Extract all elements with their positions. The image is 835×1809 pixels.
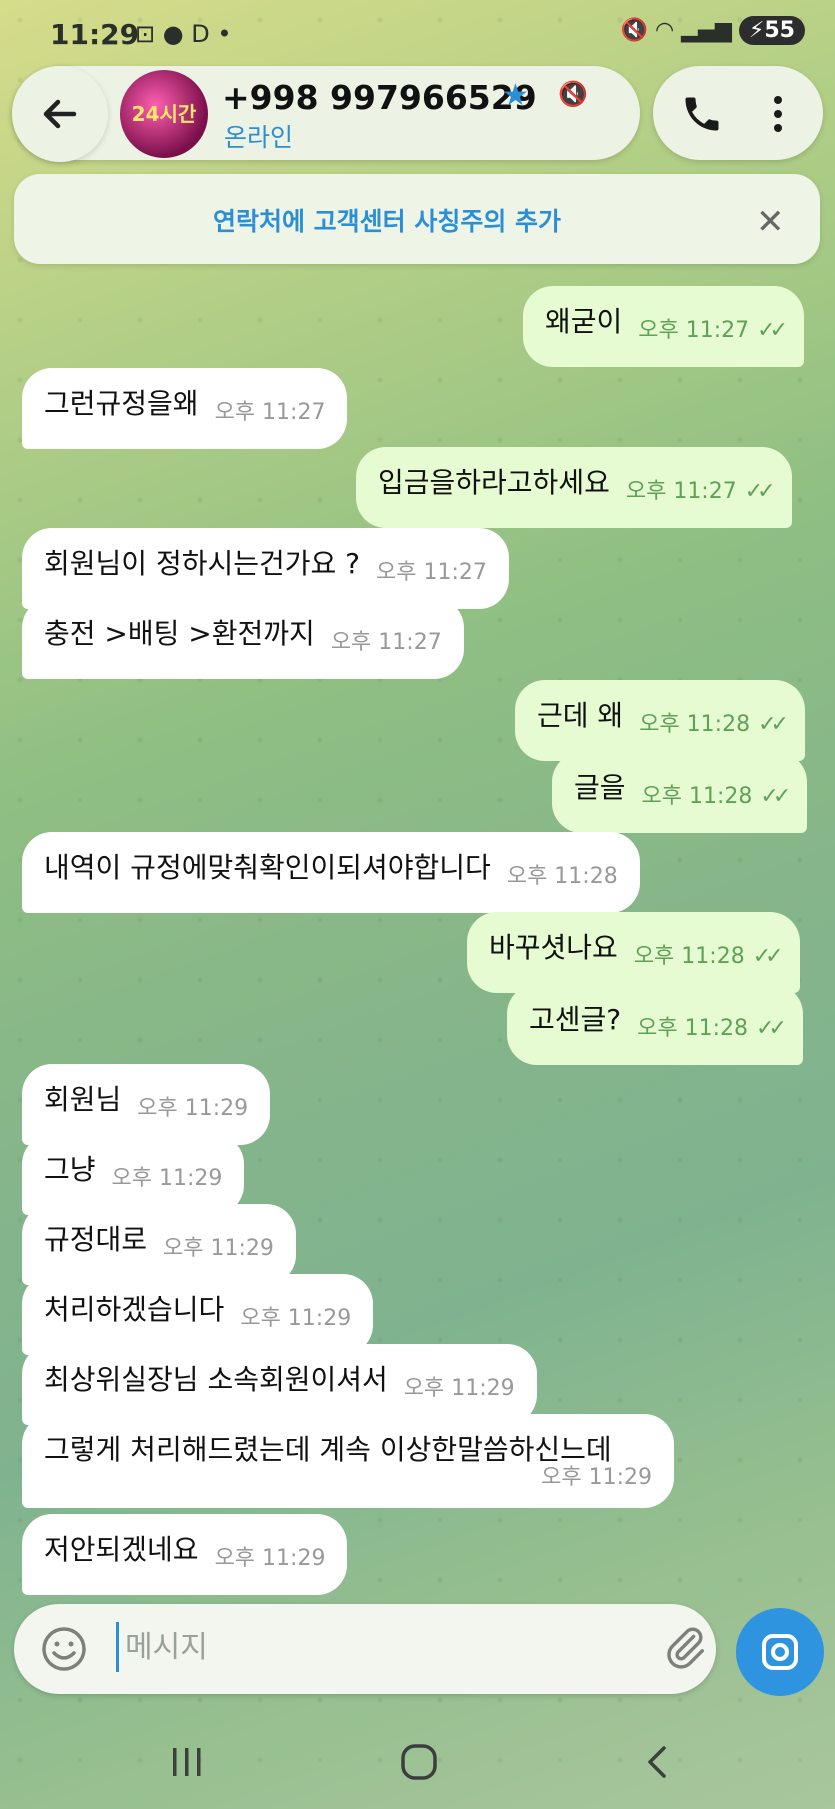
message-time: 오후 11:29 [214,1546,326,1571]
message-text: 글을 [574,771,626,804]
message-bubble[interactable]: 고센글? 오후 11:28 ✓✓ [507,984,803,1065]
header-actions [653,66,823,160]
message-time: 오후 11:29 [240,1306,352,1331]
message-bubble[interactable]: 그냥 오후 11:29 [22,1134,245,1215]
read-check-icon: ✓✓ [744,479,776,504]
message-time: 오후 11:28 [633,944,745,969]
message-time: 오후 11:29 [111,1166,223,1191]
message-text: 저안되겠네요 [44,1533,199,1566]
message-bubble[interactable]: 글을 오후 11:28 ✓✓ [552,752,808,833]
muted-icon: 🔇 [558,80,588,108]
read-check-icon: ✓✓ [760,784,791,809]
message-time: 오후 11:27 [330,630,442,655]
read-check-icon: ✓✓ [752,944,784,969]
message-text: 고센글? [529,1003,622,1036]
online-status: 온라인 [224,123,294,152]
recent-apps-icon[interactable] [170,1745,204,1779]
read-check-icon: ✓✓ [756,1016,787,1041]
message-bubble[interactable]: 저안되겠네요 오후 11:29 [22,1514,348,1595]
back-button[interactable] [12,66,108,162]
message-time: 오후 11:28 [639,712,751,737]
message-bubble[interactable]: 회원님이 정하시는건가요 ? 오후 11:27 [22,528,509,609]
camera-icon [762,1634,798,1670]
message-time: 오후 11:28 [506,864,618,889]
battery-level: 55 [764,18,795,43]
message-text: 그렇게 처리해드렸는데 계속 이상한말씀하신느데 [44,1433,612,1466]
camera-button[interactable] [736,1608,824,1696]
read-check-icon: ✓✓ [757,318,788,343]
message-time: 오후 11:28 [641,784,753,809]
message-time: 오후 11:27 [214,400,326,425]
phone-call-icon[interactable] [680,92,724,136]
message-text: 왜굳이 [545,305,623,338]
message-text: 처리하겠습니다 [44,1293,225,1326]
read-check-icon: ✓✓ [758,712,789,737]
message-input[interactable] [116,1622,647,1672]
avatar[interactable]: 24시간 [120,70,208,158]
message-bubble[interactable]: 최상위실장님 소속회원이셔서 오후 11:29 [22,1344,537,1425]
status-system-icons: 🔇 ◠ ▂▄▆ ⚡55 [621,16,805,45]
message-text: 회원님 [44,1083,122,1116]
message-bubble[interactable]: 충전 >배팅 >환전까지 오후 11:27 [22,598,464,679]
mute-status-icon: 🔇 [620,18,648,43]
message-bubble[interactable]: 그렇게 처리해드렸는데 계속 이상한말씀하신느데 오후 11:29 [22,1414,674,1508]
message-time: 오후 11:27 [376,560,487,585]
message-time: 오후 11:27 [638,318,750,343]
message-bubble[interactable]: 왜굳이 오후 11:27 ✓✓ [523,286,805,367]
message-time: 오후 11:29 [163,1236,274,1261]
message-time: 오후 11:29 [403,1376,515,1401]
signal-icon: ▂▄▆ [681,18,732,43]
message-time: 오후 11:29 [541,1465,652,1490]
message-text: 규정대로 [44,1223,148,1256]
message-time: 오후 11:29 [137,1096,249,1121]
message-bubble[interactable]: 회원님 오후 11:29 [22,1064,271,1145]
nav-back-icon[interactable] [640,1745,674,1779]
contact-name[interactable]: +998 997966529 [222,78,537,117]
message-text: 최상위실장님 소속회원이셔서 [44,1363,388,1396]
avatar-text: 24시간 [131,102,197,126]
message-text: 그런규정을왜 [44,387,199,420]
status-bar: 11:29 ⊡ ● D • 🔇 ◠ ▂▄▆ ⚡55 [0,0,835,70]
status-notification-icons: ⊡ ● D • [135,20,232,48]
add-contact-text[interactable]: 연락처에 고객센터 사칭주의 추가 [14,202,760,238]
message-bubble[interactable]: 입금을하라고하세요 오후 11:27 ✓✓ [356,447,792,528]
message-text: 회원님이 정하시는건가요 ? [44,547,361,580]
message-text: 내역이 규정에맞춰확인이되셔야합니다 [44,851,491,884]
close-icon[interactable]: ✕ [756,202,785,242]
add-contact-banner[interactable]: 연락처에 고객센터 사칭주의 추가 [14,174,820,264]
arrow-left-icon [43,99,77,129]
message-bubble[interactable]: 바꾸셧나요 오후 11:28 ✓✓ [467,912,800,993]
message-bubble[interactable]: 규정대로 오후 11:29 [22,1204,296,1285]
message-text: 바꾸셧나요 [489,931,618,964]
more-options-icon[interactable] [770,92,786,136]
message-text: 입금을하라고하세요 [378,466,610,499]
wifi-icon: ◠ [654,18,675,43]
message-text: 근데 왜 [537,699,624,732]
status-time: 11:29 [50,18,140,51]
home-icon[interactable] [400,1743,438,1781]
emoji-icon[interactable] [40,1625,88,1673]
battery-indicator: ⚡55 [738,16,805,45]
message-bubble[interactable]: 그런규정을왜 오후 11:27 [22,368,348,449]
message-bubble[interactable]: 처리하겠습니다 오후 11:29 [22,1274,374,1355]
message-time: 오후 11:27 [625,479,737,504]
message-time: 오후 11:28 [637,1016,749,1041]
message-bubble[interactable]: 내역이 규정에맞춰확인이되셔야합니다 오후 11:28 [22,832,640,913]
message-text: 그냥 [44,1153,96,1186]
paperclip-icon[interactable] [662,1624,708,1670]
message-bubble[interactable]: 근데 왜 오후 11:28 ✓✓ [515,680,805,761]
star-icon: ★ [502,78,529,113]
message-text: 충전 >배팅 >환전까지 [44,617,315,650]
